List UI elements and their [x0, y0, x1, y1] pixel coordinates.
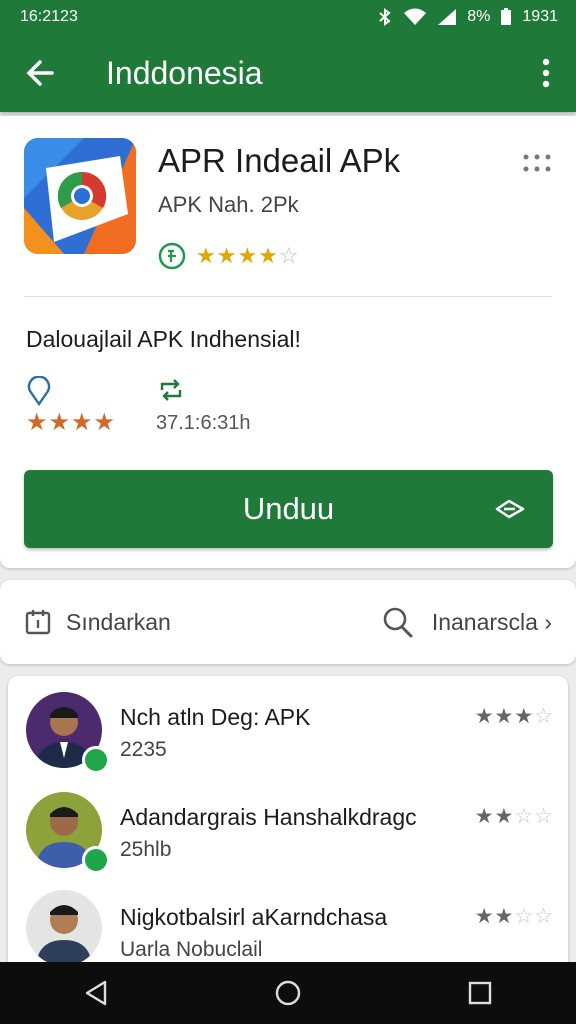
app-stars: ★★★★☆	[196, 243, 300, 268]
signal-icon	[438, 9, 457, 25]
system-nav-bar	[0, 962, 576, 1024]
status-icons: 8% 1931	[377, 8, 558, 26]
search-icon	[383, 607, 413, 638]
page-title: Inddonesia	[106, 54, 263, 91]
app-description: Dalouajlail APK Indhensial!	[26, 326, 301, 352]
app-subtitle: APK Nah. 2Pk	[158, 192, 299, 217]
nav-home-button[interactable]	[258, 968, 318, 1018]
circle-home-icon	[275, 980, 301, 1006]
review-sub: 2235	[120, 738, 167, 761]
actions-card: Sındarkan Inanarscla ›	[0, 580, 576, 664]
online-badge	[82, 746, 110, 774]
review-name: Adandargrais Hanshalkdragc	[120, 804, 417, 830]
arrow-left-icon	[26, 60, 54, 86]
review-name: Nch atln Deg: APK	[120, 704, 311, 730]
status-clock: 1931	[522, 8, 558, 25]
repeat-icon	[156, 376, 186, 409]
app-details-card: APR Indeail APk APK Nah. 2Pk ★★★★☆ Dalou…	[0, 116, 576, 568]
wifi-icon	[404, 8, 427, 25]
review-sub: 25hlb	[120, 838, 172, 861]
download-button[interactable]: Unduu	[24, 470, 553, 548]
avatar	[26, 890, 102, 966]
download-label: Unduu	[242, 491, 335, 526]
bluetooth-icon	[379, 8, 391, 26]
nav-back-button[interactable]	[66, 968, 126, 1018]
review-stars: ★★☆☆	[474, 805, 554, 828]
meta-stars: ★★★★	[26, 409, 117, 436]
status-bar: 16:2123 8% 1931	[0, 0, 576, 34]
review-item[interactable]: Nch atln Deg: APK 2235 ★★★☆	[8, 686, 568, 786]
review-sub: Uarla Nobuclail	[120, 938, 263, 961]
review-item[interactable]: Adandargrais Hanshalkdragc 25hlb ★★☆☆	[8, 786, 568, 886]
app-bar: Inddonesia	[0, 34, 576, 112]
app-icon	[24, 138, 136, 254]
square-recents-icon	[468, 981, 492, 1005]
overflow-menu-button[interactable]	[516, 34, 576, 112]
more-vert-icon	[542, 58, 550, 88]
app-rating: ★★★★☆	[158, 242, 300, 270]
meta-count: 37.1:6:31h	[156, 412, 251, 434]
battery-percent: 8%	[467, 8, 491, 25]
location-icon	[26, 375, 52, 411]
action-right-label: Inanarscla ›	[431, 608, 552, 635]
status-time: 16:2123	[20, 8, 78, 25]
action-search[interactable]: Inanarscla ›	[380, 580, 552, 664]
action-share[interactable]: Sındarkan	[24, 580, 171, 664]
calendar-icon	[25, 610, 51, 635]
send-icon	[495, 499, 525, 519]
reviews-card: Nch atln Deg: APK 2235 ★★★☆ Adandargrais…	[8, 676, 568, 976]
back-button[interactable]	[0, 34, 80, 112]
app-more-options[interactable]	[522, 152, 552, 174]
app-title: APR Indeail APk	[158, 142, 401, 179]
action-left-label: Sındarkan	[66, 608, 171, 635]
battery-icon	[501, 8, 512, 25]
review-name: Nigkotbalsirl aKarndchasa	[120, 904, 388, 930]
chrome-app-icon	[24, 138, 136, 254]
review-stars: ★★☆☆	[474, 905, 554, 928]
triangle-back-icon	[85, 980, 107, 1006]
divider	[24, 296, 552, 297]
online-badge	[82, 846, 110, 874]
dots-grid-icon	[523, 154, 551, 172]
nav-recents-button[interactable]	[450, 968, 510, 1018]
verified-badge-icon	[158, 242, 186, 270]
review-stars: ★★★☆	[474, 705, 554, 728]
